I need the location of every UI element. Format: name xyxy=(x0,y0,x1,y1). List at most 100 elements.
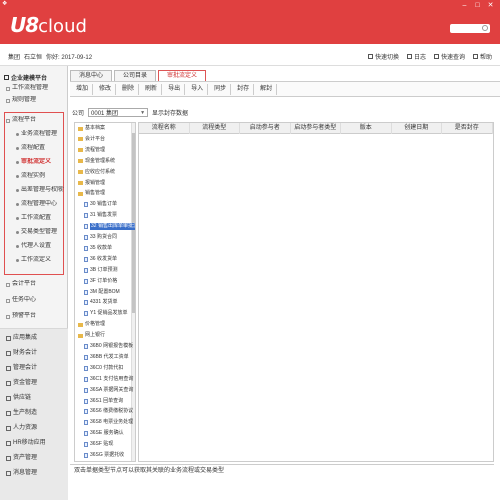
window-menu-icon[interactable]: ❖ xyxy=(2,1,10,7)
tree-node[interactable]: 36C0 付款代扣 xyxy=(84,365,123,372)
column-header[interactable]: 启动参与者 xyxy=(240,123,291,134)
tree-node[interactable]: 31 销售发票 xyxy=(84,212,117,219)
column-header[interactable]: 创建日期 xyxy=(392,123,442,134)
module-label: 消息管理 xyxy=(13,470,38,476)
tree-node[interactable]: 33 购货合同 xyxy=(84,234,117,241)
help-link[interactable]: 帮助 xyxy=(472,52,492,61)
tree-node[interactable]: 销售管理 xyxy=(78,190,105,197)
search-icon[interactable] xyxy=(482,25,488,31)
tree-node[interactable]: 36S8 电票业务处理 xyxy=(84,419,133,426)
nav-item-rules[interactable]: 规则管理 xyxy=(6,96,66,105)
module-hr-mobile[interactable]: HR移动应用 xyxy=(6,438,66,449)
quick-search-link[interactable]: 快速查询 xyxy=(433,52,465,61)
folder-icon xyxy=(78,181,83,185)
tree-node[interactable]: 报销管理 xyxy=(78,180,105,187)
refresh-button[interactable]: 刷新 xyxy=(141,83,163,95)
tab-message-center[interactable]: 消息中心 xyxy=(70,70,113,81)
nav-item-task-center[interactable]: 任务中心 xyxy=(6,296,66,305)
export-button[interactable]: 导出 xyxy=(164,83,186,95)
module-manufacturing[interactable]: 生产制造 xyxy=(6,408,66,419)
nav-item-travel-permission[interactable]: 出差管理与权限设置 xyxy=(16,186,64,195)
tree-node[interactable]: 3F 订单价格 xyxy=(84,278,117,285)
tree-node[interactable]: 3M 配置BOM xyxy=(84,289,120,296)
quick-switch-link[interactable]: 快速切换 xyxy=(367,52,399,61)
tree-node[interactable]: 价格管理 xyxy=(78,321,105,328)
sync-button[interactable]: 同步 xyxy=(210,83,232,95)
nav-item-trade-type[interactable]: 交易类型管理 xyxy=(16,228,64,237)
tree-node[interactable]: Y1 促销品发放单 xyxy=(84,310,128,317)
nav-header[interactable]: 企业建模平台 xyxy=(4,72,66,82)
tab-label: 公司目录 xyxy=(123,73,148,79)
close-button[interactable]: ✕ xyxy=(485,2,496,10)
module-cash-management[interactable]: 资金管理 xyxy=(6,378,66,389)
nav-item-alert-platform[interactable]: 预警平台 xyxy=(6,312,66,321)
maximize-button[interactable]: □ xyxy=(472,2,483,10)
tree-node[interactable]: 会计平台 xyxy=(78,136,105,143)
edit-button[interactable]: 修改 xyxy=(95,83,117,95)
mobile-icon xyxy=(6,441,11,446)
module-message-management[interactable]: 消息管理 xyxy=(6,468,66,479)
nav-item-process-center[interactable]: 流程管理中心 xyxy=(16,200,64,209)
module-label: 资产管理 xyxy=(13,455,38,461)
minimize-button[interactable]: – xyxy=(459,2,470,10)
document-type-tree: 基本档案会计平台流程管理现金管理系统 应收应付系统 报销管理销售管理 30 销售订单 3… xyxy=(74,122,136,462)
tree-node[interactable]: 36C1 支付信用查询 xyxy=(84,376,133,383)
tree-node-label: 32 销售出库单审批流 xyxy=(90,223,135,231)
tree-node[interactable]: 36S1 回单查询 xyxy=(84,398,123,405)
nav-item-workflow-def[interactable]: 工作流定义 xyxy=(16,256,64,265)
tree-node[interactable]: 36SF 贴现 xyxy=(84,441,113,448)
company-select[interactable]: 0001 集团 ▼ xyxy=(88,108,149,117)
tree-node[interactable]: 35 收款单 xyxy=(84,245,112,252)
document-icon xyxy=(84,442,88,448)
tree-node[interactable]: 应收应付系统 xyxy=(78,169,115,176)
nav-item-process-instance[interactable]: 流程实例 xyxy=(16,172,64,181)
seal-button[interactable]: 封存 xyxy=(233,83,255,95)
tree-node[interactable]: 3B 订单预测 xyxy=(84,267,118,274)
add-button[interactable]: 增加 xyxy=(72,83,94,95)
unseal-button[interactable]: 解封 xyxy=(256,83,278,95)
tree-node[interactable]: 流程管理 xyxy=(78,147,105,154)
tree-node[interactable]: 网上银行 xyxy=(78,332,105,339)
module-asset-management[interactable]: 资产管理 xyxy=(6,453,66,464)
nav-item-agent-settings[interactable]: 代理人设置 xyxy=(16,242,64,251)
nav-item-accounting-platform[interactable]: 会计平台 xyxy=(6,280,66,289)
tree-node[interactable]: 36SE 服务确认 xyxy=(84,430,124,437)
module-supply-chain[interactable]: 供应链 xyxy=(6,393,66,404)
tree-node[interactable]: 30 销售订单 xyxy=(84,201,117,208)
column-header[interactable]: 是否封存 xyxy=(442,123,493,134)
column-header[interactable]: 流程名称 xyxy=(139,123,190,134)
top-search-box[interactable] xyxy=(450,24,490,33)
tree-node[interactable]: 36S6 缴费缴税协议 xyxy=(84,408,133,415)
tree-node[interactable]: 基本档案 xyxy=(78,125,105,132)
column-header[interactable]: 版本 xyxy=(341,123,392,134)
module-management-accounting[interactable]: 管理会计 xyxy=(6,363,66,374)
tree-node-label: 36C0 付款代扣 xyxy=(90,364,124,371)
nav-item-process-config[interactable]: 流程配置 xyxy=(16,144,64,153)
module-app-integration[interactable]: 应用集成 xyxy=(6,333,66,344)
column-header[interactable]: 流程类型 xyxy=(190,123,240,134)
nav-item-business-process[interactable]: 业务流程管理 xyxy=(16,130,64,139)
column-header[interactable]: 启动参与者类型 xyxy=(291,123,341,134)
module-hr[interactable]: 人力资源 xyxy=(6,423,66,434)
tree-node[interactable]: 36B0 网银报告模板 xyxy=(84,343,133,350)
tab-approval-flow-definition[interactable]: 审批流定义 xyxy=(158,70,207,81)
import-button[interactable]: 导入 xyxy=(187,83,209,95)
show-sealed-toggle[interactable]: 显示封存数据 xyxy=(152,108,188,117)
nav-item-process-platform[interactable]: 流程平台 xyxy=(6,116,66,125)
nav-item-approval-flow[interactable]: 审批流定义 xyxy=(16,158,64,167)
delete-button[interactable]: 删除 xyxy=(118,83,140,95)
tree-node[interactable]: 32 销售出库单审批流 xyxy=(84,223,135,231)
tree-node[interactable]: 4331 发货单 xyxy=(84,299,118,306)
nav-item-workflow-config[interactable]: 工作流配置 xyxy=(16,214,64,223)
tab-company-directory[interactable]: 公司目录 xyxy=(114,70,157,81)
tree-node[interactable]: 36BB 代发工资单 xyxy=(84,354,129,361)
module-label: 财务会计 xyxy=(13,350,38,356)
tree-node[interactable]: 36SA 票据网关查询 xyxy=(84,387,133,394)
tree-node[interactable]: 36 收发货单 xyxy=(84,256,117,263)
document-icon xyxy=(84,409,88,415)
log-link[interactable]: 日志 xyxy=(406,52,426,61)
module-financial-accounting[interactable]: 财务会计 xyxy=(6,348,66,359)
nav-item-workflow-mgmt[interactable]: 工作流程管理 xyxy=(6,84,66,93)
tree-node[interactable]: 36SG 票据托收 xyxy=(84,452,124,459)
tree-node[interactable]: 现金管理系统 xyxy=(78,158,115,165)
